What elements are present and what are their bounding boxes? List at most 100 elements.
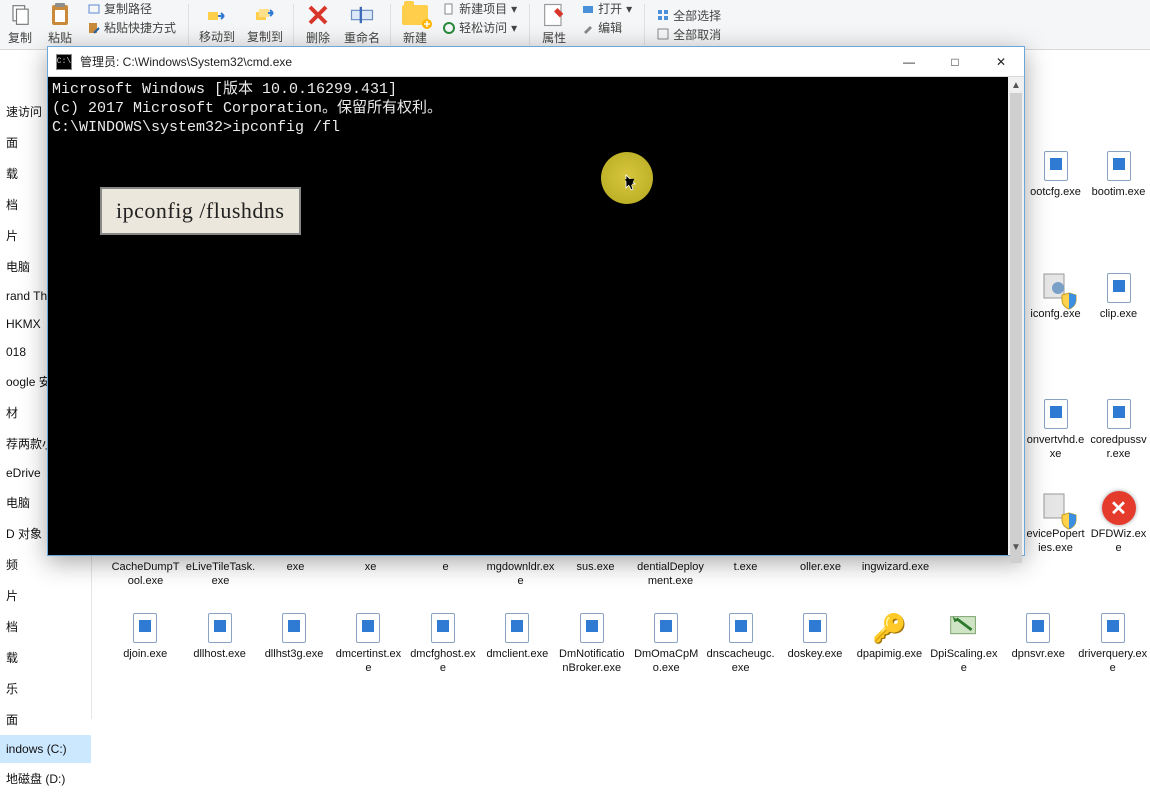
file-right-col3: onvertvhd.exe coredpussvr.exe	[1024, 390, 1150, 470]
file-label: CacheDumpTool.exe	[110, 561, 181, 589]
file-item[interactable]: dpnsvr.exe	[1001, 604, 1075, 684]
file-item[interactable]: djoin.exe	[108, 604, 182, 684]
ribbon-rename[interactable]: 重命名	[338, 0, 386, 49]
file-item[interactable]: dmclient.exe	[480, 604, 554, 684]
file-item[interactable]: xe	[333, 557, 408, 597]
file-item[interactable]: mgdownldr.exe	[483, 557, 558, 597]
select-none[interactable]: 全部取消	[653, 26, 725, 43]
ribbon-copy-to[interactable]: 复制到	[241, 0, 289, 49]
cmd-line: (c) 2017 Microsoft Corporation。保留所有权利。	[52, 100, 1020, 119]
scroll-thumb[interactable]	[1010, 93, 1022, 563]
file-item[interactable]: iconfg.exe	[1024, 264, 1087, 330]
cmd-window[interactable]: C:\ 管理员: C:\Windows\System32\cmd.exe — □…	[47, 46, 1025, 556]
exe-icon	[1044, 399, 1068, 429]
file-item[interactable]: DmOmaCpMo.exe	[629, 604, 703, 684]
scaling-icon	[940, 608, 988, 648]
paste-shortcut-label: 粘贴快捷方式	[104, 19, 176, 36]
sidebar-item[interactable]: 档	[0, 611, 91, 642]
file-item[interactable]: dmcfghost.exe	[406, 604, 480, 684]
file-item[interactable]: DpiScaling.exe	[927, 604, 1001, 684]
sidebar-item[interactable]: 面	[0, 704, 91, 735]
select-all[interactable]: 全部选择	[653, 7, 725, 24]
file-item[interactable]: clip.exe	[1087, 264, 1150, 330]
ribbon-edit[interactable]: 编辑	[578, 19, 636, 36]
new-item[interactable]: 新建项目 ▾	[439, 0, 521, 17]
select-all-icon	[657, 9, 669, 21]
file-item[interactable]: sus.exe	[558, 557, 633, 597]
ribbon-sep5	[644, 4, 645, 45]
file-item[interactable]: eLiveTileTask.exe	[183, 557, 258, 597]
close-button[interactable]: ✕	[978, 47, 1024, 77]
sidebar-item[interactable]: 乐	[0, 673, 91, 704]
file-item[interactable]: doskey.exe	[778, 604, 852, 684]
easy-access[interactable]: 轻松访问 ▾	[439, 19, 521, 36]
scroll-down-icon[interactable]: ▼	[1008, 539, 1024, 555]
file-item[interactable]: dllhost.exe	[182, 604, 256, 684]
ribbon-properties[interactable]: 属性	[534, 0, 574, 49]
file-item[interactable]: dmcertinst.exe	[331, 604, 405, 684]
ribbon-copy-path[interactable]: 复制路径	[84, 0, 180, 17]
file-item[interactable]: 🔑dpapimig.exe	[852, 604, 926, 684]
red-x-icon: ✕	[1102, 491, 1136, 525]
file-item[interactable]: e	[408, 557, 483, 597]
ribbon-open[interactable]: 打开 ▾	[578, 0, 636, 17]
select-all-label: 全部选择	[673, 7, 721, 24]
cmd-body[interactable]: Microsoft Windows [版本 10.0.16299.431] (c…	[48, 77, 1024, 555]
file-item[interactable]: t.exe	[708, 557, 783, 597]
file-label: ootcfg.exe	[1030, 186, 1081, 200]
file-item[interactable]: ootcfg.exe	[1024, 142, 1087, 208]
ribbon-sep	[188, 4, 189, 45]
file-item[interactable]: driverquery.exe	[1075, 604, 1149, 684]
ribbon-delete[interactable]: 删除	[298, 0, 338, 49]
file-item[interactable]: dentialDeployment.exe	[633, 557, 708, 597]
file-item[interactable]: DmNotificationBroker.exe	[555, 604, 629, 684]
file-item[interactable]: exe	[258, 557, 333, 597]
file-label: oller.exe	[800, 561, 841, 575]
file-label: dpnsvr.exe	[1012, 648, 1065, 662]
cmd-scrollbar[interactable]: ▲ ▼	[1008, 77, 1024, 555]
file-bottom-row1: CacheDumpTool.exeeLiveTileTask.exe exe xee…	[108, 557, 1020, 597]
file-bottom-row2: djoin.exe dllhost.exe dllhst3g.exedmcertin…	[108, 604, 1150, 684]
sidebar-item[interactable]: 地磁盘 (D:)	[0, 763, 91, 794]
ribbon-paste[interactable]: 粘贴	[40, 0, 80, 49]
file-item[interactable]: bootim.exe	[1087, 142, 1150, 208]
file-item[interactable]: ✕ DFDWiz.exe	[1087, 484, 1150, 564]
file-item[interactable]: dnscacheugc.exe	[703, 604, 777, 684]
file-item[interactable]: dllhst3g.exe	[257, 604, 331, 684]
ribbon-paste-shortcut[interactable]: 粘贴快捷方式	[84, 19, 180, 36]
file-label: iconfg.exe	[1030, 308, 1080, 322]
minimize-button[interactable]: —	[886, 47, 932, 77]
copy-path-label: 复制路径	[104, 0, 152, 17]
file-item[interactable]: coredpussvr.exe	[1087, 390, 1150, 470]
exe-icon	[282, 613, 306, 643]
maximize-button[interactable]: □	[932, 47, 978, 77]
exe-icon	[1101, 613, 1125, 643]
ribbon-copy[interactable]: 复制	[0, 0, 40, 49]
sidebar-item[interactable]: 载	[0, 642, 91, 673]
file-label: exe	[287, 561, 305, 575]
file-label: eLiveTileTask.exe	[185, 561, 256, 589]
ribbon-move-to[interactable]: 移动到	[193, 0, 241, 49]
exe-icon	[1107, 273, 1131, 303]
sidebar-item[interactable]: 片	[0, 580, 91, 611]
ribbon-new[interactable]: 新建	[395, 0, 435, 49]
sidebar-item[interactable]: indows (C:)	[0, 735, 91, 763]
ribbon-new-opts: 新建项目 ▾ 轻松访问 ▾	[435, 0, 525, 49]
file-label: dpapimig.exe	[857, 648, 922, 662]
new-item-icon	[443, 3, 455, 15]
file-item[interactable]: ingwizard.exe	[858, 557, 933, 597]
ribbon-sep3	[390, 4, 391, 45]
file-item[interactable]: CacheDumpTool.exe	[108, 557, 183, 597]
file-label: dmcertinst.exe	[333, 648, 403, 676]
file-item[interactable]: oller.exe	[783, 557, 858, 597]
cmd-titlebar[interactable]: C:\ 管理员: C:\Windows\System32\cmd.exe — □…	[48, 47, 1024, 77]
overlay-hint: ipconfig /flushdns	[100, 187, 301, 235]
file-label: dllhost.exe	[193, 648, 246, 662]
exe-icon	[729, 613, 753, 643]
file-right-col: ootcfg.exe bootim.exe	[1024, 142, 1150, 208]
exe-icon	[1044, 151, 1068, 181]
file-item[interactable]: onvertvhd.exe	[1024, 390, 1087, 470]
scroll-up-icon[interactable]: ▲	[1008, 77, 1024, 93]
file-item[interactable]: evicePoperties.exe	[1024, 484, 1087, 564]
paste-icon	[46, 3, 74, 27]
